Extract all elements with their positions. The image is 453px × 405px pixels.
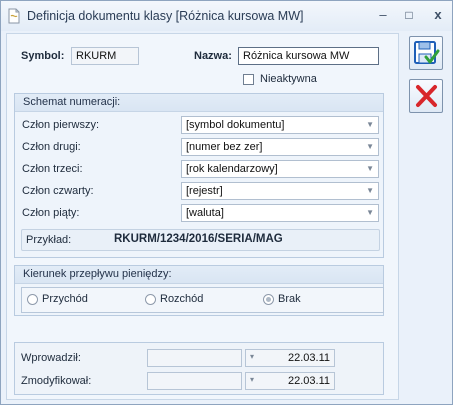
audit-group: Wprowadził: ▾ 22.03.11 Zmodyfikował: ▾ 2…	[14, 342, 384, 395]
numbering-title: Schemat numeracji:	[23, 96, 121, 108]
part4-label: Człon czwarty:	[22, 185, 94, 197]
numbering-group: Schemat numeracji: Człon pierwszy: [symb…	[14, 93, 384, 258]
part5-select[interactable]: [waluta] ▼	[181, 204, 379, 222]
expense-label: Rozchód	[160, 293, 204, 305]
dialog-window: Definicja dokumentu klasy [Różnica kurso…	[0, 0, 453, 405]
created-date: 22.03.11	[287, 352, 330, 364]
inactive-label: Nieaktywna	[260, 73, 317, 85]
created-user-field	[147, 349, 242, 367]
modified-date-field: ▾ 22.03.11	[245, 372, 335, 390]
save-icon	[414, 41, 440, 64]
cashflow-group: Kierunek przepływu pieniędzy: Przychód R…	[14, 265, 384, 316]
income-radio[interactable]	[27, 294, 38, 305]
document-icon	[8, 8, 20, 24]
chevron-down-icon: ▼	[366, 164, 374, 173]
modified-user-field	[147, 372, 242, 390]
part3-label: Człon trzeci:	[22, 163, 83, 175]
created-date-field: ▾ 22.03.11	[245, 349, 335, 367]
numbering-header: Schemat numeracji:	[15, 94, 383, 112]
part5-label: Człon piąty:	[22, 207, 80, 219]
part5-value: [waluta]	[186, 207, 224, 219]
cashflow-title: Kierunek przepływu pieniędzy:	[23, 268, 172, 280]
part4-select[interactable]: [rejestr] ▼	[181, 182, 379, 200]
modified-label: Zmodyfikował:	[21, 375, 92, 387]
part4-value: [rejestr]	[186, 185, 223, 197]
part1-label: Człon pierwszy:	[22, 119, 100, 131]
cancel-button[interactable]	[409, 79, 443, 113]
cashflow-options: Przychód Rozchód Brak	[21, 287, 384, 313]
close-button[interactable]: x	[429, 6, 447, 24]
part2-value: [numer bez zer]	[186, 141, 263, 153]
income-label: Przychód	[42, 293, 88, 305]
symbol-label: Symbol:	[21, 50, 65, 62]
symbol-field[interactable]: RKURM	[71, 47, 139, 65]
main-panel: Symbol: RKURM Nazwa: Różnica kursowa MW …	[6, 33, 399, 400]
none-radio[interactable]	[263, 294, 274, 305]
example-label: Przykład:	[26, 234, 72, 246]
part3-value: [rok kalendarzowy]	[186, 163, 278, 175]
chevron-down-icon: ▼	[366, 186, 374, 195]
cashflow-header: Kierunek przepływu pieniędzy:	[15, 266, 383, 284]
part2-select[interactable]: [numer bez zer] ▼	[181, 138, 379, 156]
part3-select[interactable]: [rok kalendarzowy] ▼	[181, 160, 379, 178]
part2-label: Człon drugi:	[22, 141, 81, 153]
chevron-down-icon: ▼	[366, 208, 374, 217]
none-label: Brak	[278, 293, 301, 305]
part1-select[interactable]: [symbol dokumentu] ▼	[181, 116, 379, 134]
created-label: Wprowadził:	[21, 352, 81, 364]
inactive-checkbox[interactable]	[243, 74, 254, 85]
maximize-button[interactable]: □	[400, 6, 418, 24]
example-box: Przykład: RKURM/1234/2016/SERIA/MAG	[21, 229, 380, 251]
chevron-down-icon: ▾	[250, 352, 255, 361]
expense-radio[interactable]	[145, 294, 156, 305]
title-bar[interactable]: Definicja dokumentu klasy [Różnica kurso…	[1, 1, 452, 31]
chevron-down-icon: ▾	[250, 375, 255, 384]
chevron-down-icon: ▼	[366, 120, 374, 129]
cancel-icon	[416, 85, 437, 107]
name-label: Nazwa:	[194, 50, 232, 62]
minimize-button[interactable]: –	[374, 6, 392, 24]
modified-date: 22.03.11	[287, 375, 330, 387]
example-value: RKURM/1234/2016/SERIA/MAG	[114, 233, 283, 245]
dialog-body: Symbol: RKURM Nazwa: Różnica kursowa MW …	[6, 31, 446, 400]
window-title: Definicja dokumentu klasy [Różnica kurso…	[27, 9, 304, 23]
name-field[interactable]: Różnica kursowa MW	[238, 47, 379, 65]
chevron-down-icon: ▼	[366, 142, 374, 151]
part1-value: [symbol dokumentu]	[186, 119, 285, 131]
save-button[interactable]	[409, 36, 443, 70]
